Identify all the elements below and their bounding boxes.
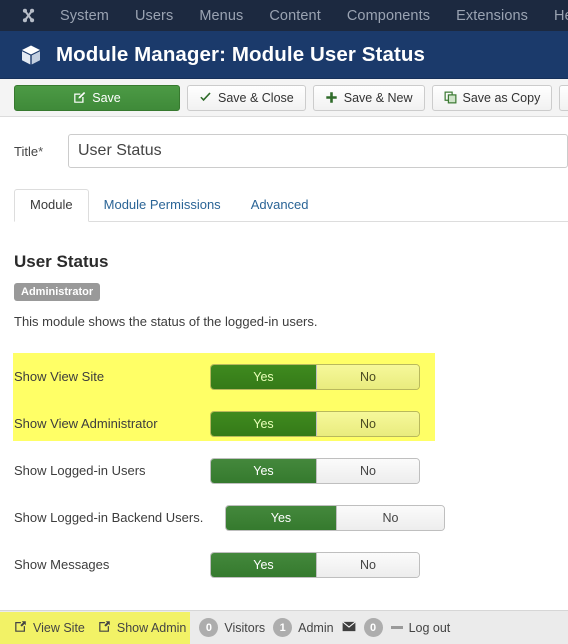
- visitors-label: Visitors: [224, 620, 266, 635]
- setting-row-show-logged-in-backend-users: Show Logged-in Backend Users. Yes No: [14, 494, 568, 541]
- topnav-item-extensions[interactable]: Extensions: [456, 8, 528, 24]
- toggle-show-logged-in-users[interactable]: Yes No: [210, 457, 420, 484]
- toggle-option-yes[interactable]: Yes: [211, 552, 316, 577]
- page-header: Module Manager: Module User Status: [0, 31, 568, 79]
- view-site-link[interactable]: View Site: [14, 620, 85, 636]
- show-admin-label: Show Admin: [116, 620, 187, 635]
- plus-icon: [325, 91, 338, 104]
- module-client-badge: Administrator: [14, 283, 101, 301]
- topnav-item-menus[interactable]: Menus: [199, 8, 243, 24]
- topnav-item-help[interactable]: Help: [554, 8, 568, 24]
- module-description: This module shows the status of the logg…: [14, 314, 318, 329]
- tab-module-permissions[interactable]: Module Permissions: [89, 190, 236, 221]
- topnav-item-content[interactable]: Content: [269, 8, 321, 24]
- close-button[interactable]: [559, 84, 568, 111]
- setting-label-show-view-administrator: Show View Administrator: [14, 416, 158, 431]
- save-button-label: Save: [92, 90, 121, 105]
- content-area: Title* Module Module Permissions Advance…: [0, 134, 568, 588]
- edit-square-icon: [73, 91, 86, 104]
- copy-icon: [444, 91, 457, 104]
- toggle-option-no[interactable]: No: [335, 505, 444, 530]
- required-marker: *: [38, 143, 44, 159]
- topnav-item-users[interactable]: Users: [135, 8, 173, 24]
- toggle-option-yes[interactable]: Yes: [211, 411, 316, 436]
- tab-advanced[interactable]: Advanced: [236, 190, 324, 221]
- setting-row-show-logged-in-users: Show Logged-in Users Yes No: [14, 447, 568, 494]
- tab-module[interactable]: Module: [14, 189, 89, 222]
- save-and-new-button[interactable]: Save & New: [312, 84, 425, 111]
- toggle-option-no[interactable]: No: [315, 552, 419, 577]
- check-icon: [199, 91, 212, 104]
- title-field-row: Title*: [14, 134, 568, 168]
- toggle-option-yes[interactable]: Yes: [211, 364, 316, 389]
- setting-label-show-messages: Show Messages: [14, 557, 110, 572]
- toggle-option-yes[interactable]: Yes: [226, 505, 336, 530]
- external-link-icon: [14, 620, 27, 636]
- cube-icon: [18, 42, 44, 68]
- save-and-close-button[interactable]: Save & Close: [187, 84, 306, 111]
- setting-row-show-view-site: Show View Site Yes No: [14, 353, 568, 400]
- joomla-logo-icon[interactable]: [18, 6, 38, 26]
- module-name: User Status: [14, 252, 109, 271]
- show-admin-link[interactable]: Show Admin: [98, 620, 186, 636]
- topnav-item-components[interactable]: Components: [347, 8, 430, 24]
- toggle-option-no[interactable]: No: [315, 411, 419, 436]
- toggle-show-messages[interactable]: Yes No: [210, 551, 420, 578]
- toggle-show-view-administrator[interactable]: Yes No: [210, 410, 420, 437]
- visitors-count-badge: 0: [199, 618, 219, 637]
- save-as-copy-label: Save as Copy: [462, 90, 541, 105]
- save-and-new-label: Save & New: [343, 90, 413, 105]
- topnav-item-system[interactable]: System: [60, 8, 109, 24]
- title-label-text: Title: [14, 143, 39, 159]
- envelope-icon: [341, 620, 356, 635]
- logout-label: Log out: [408, 620, 451, 635]
- top-navigation-bar: System Users Menus Content Components Ex…: [0, 0, 568, 31]
- admin-status[interactable]: 1 Admin: [273, 618, 334, 637]
- title-label: Title*: [14, 144, 68, 159]
- setting-row-show-view-administrator: Show View Administrator Yes No: [14, 400, 568, 447]
- tab-bar: Module Module Permissions Advanced: [14, 189, 568, 222]
- messages-count-badge: 0: [363, 618, 383, 637]
- logout-link[interactable]: Log out: [390, 620, 451, 635]
- toggle-show-logged-in-backend-users[interactable]: Yes No: [225, 504, 445, 531]
- minus-icon: [390, 626, 403, 629]
- messages-status[interactable]: 0: [341, 618, 383, 637]
- settings-list: Show View Site Yes No Show View Administ…: [13, 353, 568, 588]
- setting-row-show-messages: Show Messages Yes No: [14, 541, 568, 588]
- toggle-show-view-site[interactable]: Yes No: [210, 363, 420, 390]
- title-input[interactable]: [68, 134, 568, 168]
- setting-label-show-logged-in-backend-users: Show Logged-in Backend Users.: [14, 510, 204, 525]
- view-site-label: View Site: [33, 620, 85, 635]
- toggle-option-no[interactable]: No: [315, 364, 419, 389]
- admin-label: Admin: [298, 620, 334, 635]
- toggle-option-no[interactable]: No: [315, 458, 419, 483]
- footer-status-bar: View Site Show Admin 0 Visitors 1 Admin …: [0, 610, 568, 644]
- admin-count-badge: 1: [273, 618, 293, 637]
- save-button[interactable]: Save: [14, 84, 180, 111]
- visitors-status[interactable]: 0 Visitors: [199, 618, 265, 637]
- external-link-icon: [98, 620, 111, 636]
- setting-label-show-logged-in-users: Show Logged-in Users: [14, 463, 146, 478]
- toggle-option-yes[interactable]: Yes: [211, 458, 316, 483]
- setting-label-show-view-site: Show View Site: [14, 369, 105, 384]
- save-and-close-label: Save & Close: [218, 90, 294, 105]
- save-as-copy-button[interactable]: Save as Copy: [431, 84, 553, 111]
- toolbar: Save Save & Close Save & New Save as Cop…: [0, 79, 568, 117]
- page-title: Module Manager: Module User Status: [56, 42, 426, 66]
